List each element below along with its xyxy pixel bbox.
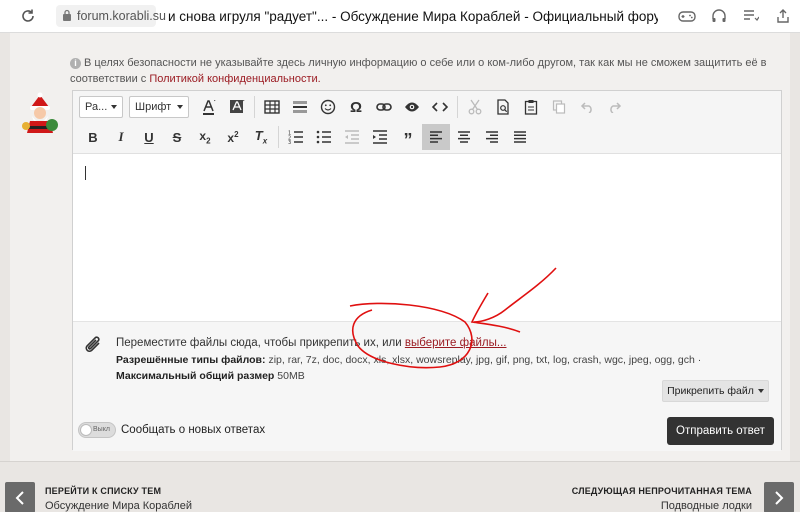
back-to-topics-link[interactable]: ПЕРЕЙТИ К СПИСКУ ТЕМ: [45, 486, 161, 496]
toolbar-separator: [254, 96, 255, 118]
next-thread-button[interactable]: [764, 482, 794, 512]
italic-icon[interactable]: I: [107, 124, 135, 150]
reply-area: iВ целях безопасности не указывайте здес…: [10, 33, 790, 461]
submit-reply-button[interactable]: Отправить ответ: [667, 417, 774, 445]
text-color-button[interactable]: [195, 94, 223, 120]
url-text: forum.korabli.su: [77, 9, 166, 23]
post-editor: Ра... Шрифт Ω B I U S x2 x2 Tx 1 2 3 ” П…: [72, 90, 782, 451]
toolbar-separator: [278, 126, 279, 148]
notify-toggle[interactable]: Выкл: [78, 422, 116, 438]
paste-plain-icon[interactable]: [545, 94, 573, 120]
browser-action-icons: [678, 7, 792, 25]
choose-files-link[interactable]: выберите файлы...: [405, 337, 507, 349]
editor-toolbar: Ра... Шрифт Ω B I U S x2 x2 Tx 1 2 3 ”: [73, 91, 781, 154]
table-icon[interactable]: [258, 94, 286, 120]
toolbar-row-2: B I U S x2 x2 Tx 123 ”: [79, 124, 534, 150]
browser-toolbar: forum.korabli.su и снова игруля "радует"…: [0, 0, 800, 33]
forum-name[interactable]: Обсуждение Мира Кораблей: [45, 500, 192, 512]
quote-icon[interactable]: ”: [394, 124, 422, 150]
dropzone-text: Переместите файлы сюда, чтобы прикрепить…: [116, 337, 507, 349]
background-color-button[interactable]: [223, 94, 251, 120]
remove-format-icon[interactable]: Tx: [247, 124, 275, 150]
notify-replies: Выкл Сообщать о новых ответах: [78, 420, 265, 440]
prev-thread-button[interactable]: [5, 482, 35, 512]
align-center-icon[interactable]: [450, 124, 478, 150]
strikethrough-icon[interactable]: S: [163, 124, 191, 150]
indent-icon[interactable]: [366, 124, 394, 150]
toolbar-row-1: Ра... Шрифт Ω: [79, 94, 629, 120]
redo-icon[interactable]: [601, 94, 629, 120]
special-char-icon[interactable]: Ω: [342, 94, 370, 120]
gamepad-icon[interactable]: [678, 7, 696, 25]
next-topic-name[interactable]: Подводные лодки: [661, 500, 752, 512]
reload-icon[interactable]: [17, 5, 39, 27]
align-left-icon[interactable]: [422, 124, 450, 150]
next-unread-link[interactable]: СЛЕДУЮЩАЯ НЕПРОЧИТАННАЯ ТЕМА: [572, 486, 752, 496]
page-title: и снова игруля "радует"... - Обсуждение …: [168, 8, 658, 24]
numbered-list-icon[interactable]: 123: [282, 124, 310, 150]
font-size-select[interactable]: Ра...: [79, 96, 123, 118]
subscript-icon[interactable]: x2: [191, 124, 219, 150]
font-family-select[interactable]: Шрифт: [129, 96, 189, 118]
thread-navigation: ПЕРЕЙТИ К СПИСКУ ТЕМ Обсуждение Мира Кор…: [0, 461, 800, 512]
info-icon: i: [70, 58, 81, 69]
svg-text:3: 3: [288, 140, 291, 144]
preview-icon[interactable]: [398, 94, 426, 120]
underline-icon[interactable]: U: [135, 124, 163, 150]
align-justify-icon[interactable]: [506, 124, 534, 150]
chevron-down-icon: [757, 389, 764, 393]
cut-icon[interactable]: [461, 94, 489, 120]
link-icon[interactable]: [370, 94, 398, 120]
attach-file-button[interactable]: Прикрепить файл: [662, 380, 769, 402]
bold-icon[interactable]: B: [79, 124, 107, 150]
text-cursor: [85, 166, 86, 180]
undo-icon[interactable]: [573, 94, 601, 120]
privacy-policy-link[interactable]: Политикой конфиденциальности.: [149, 73, 320, 85]
message-textarea[interactable]: [73, 154, 781, 324]
outdent-icon[interactable]: [338, 124, 366, 150]
avatar: [18, 91, 62, 135]
source-code-icon[interactable]: [426, 94, 454, 120]
privacy-notice: iВ целях безопасности не указывайте здес…: [70, 57, 767, 85]
superscript-icon[interactable]: x2: [219, 124, 247, 150]
headphones-icon[interactable]: [710, 7, 728, 25]
lock-icon: [62, 9, 72, 24]
horizontal-line-icon[interactable]: [286, 94, 314, 120]
paste-icon[interactable]: [517, 94, 545, 120]
emoji-icon[interactable]: [314, 94, 342, 120]
notify-label: Сообщать о новых ответах: [121, 424, 266, 436]
toolbar-separator: [457, 96, 458, 118]
share-icon[interactable]: [774, 7, 792, 25]
reading-list-icon[interactable]: [742, 7, 760, 25]
bulleted-list-icon[interactable]: [310, 124, 338, 150]
copy-format-icon[interactable]: [489, 94, 517, 120]
paperclip-icon: [83, 333, 105, 357]
address-bar[interactable]: forum.korabli.su: [56, 5, 166, 27]
align-right-icon[interactable]: [478, 124, 506, 150]
